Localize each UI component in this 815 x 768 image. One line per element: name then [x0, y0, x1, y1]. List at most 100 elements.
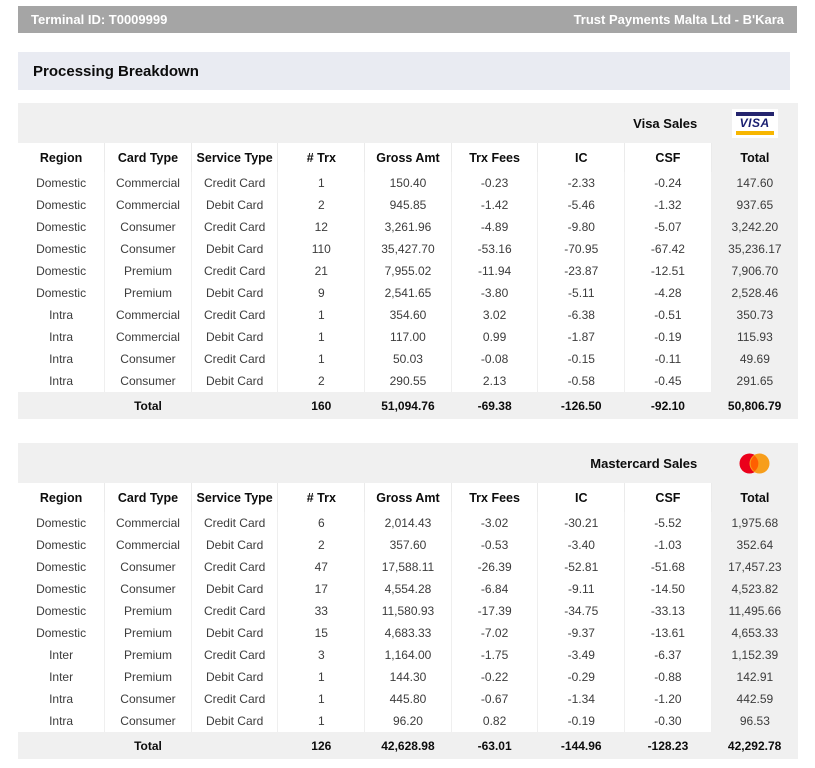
- table-cell: 1: [278, 172, 365, 194]
- table-cell: 11,495.66: [711, 600, 798, 622]
- table-cell: 115.93: [711, 326, 798, 348]
- table-cell: 2: [278, 194, 365, 216]
- total-gross: 51,094.76: [365, 392, 452, 419]
- table-cell: Consumer: [105, 348, 192, 370]
- table-title: Visa Sales: [18, 103, 711, 143]
- table-cell: 17,457.23: [711, 556, 798, 578]
- table-cell: 1,975.68: [711, 512, 798, 534]
- table-row: DomesticConsumerCredit Card4717,588.11-2…: [18, 556, 798, 578]
- table-row: DomesticConsumerDebit Card174,554.28-6.8…: [18, 578, 798, 600]
- table-cell: 49.69: [711, 348, 798, 370]
- table-cell: 47: [278, 556, 365, 578]
- table-cell: Premium: [105, 666, 192, 688]
- table-cell: Premium: [105, 644, 192, 666]
- table-title: Mastercard Sales: [18, 443, 711, 483]
- table-cell: Consumer: [105, 556, 192, 578]
- table-header-row: RegionCard TypeService Type# TrxGross Am…: [18, 143, 798, 172]
- total-csf: -128.23: [625, 732, 712, 759]
- column-header: Service Type: [191, 143, 278, 172]
- table-cell: 2,528.46: [711, 282, 798, 304]
- table-cell: 354.60: [365, 304, 452, 326]
- table-cell: Consumer: [105, 710, 192, 732]
- table-cell: -1.20: [625, 688, 712, 710]
- table-cell: 3,261.96: [365, 216, 452, 238]
- table-cell: 15: [278, 622, 365, 644]
- table-cell: -0.08: [451, 348, 538, 370]
- table-cell: 3: [278, 644, 365, 666]
- total-trx: 160: [278, 392, 365, 419]
- table-cell: 2,541.65: [365, 282, 452, 304]
- total-csf: -92.10: [625, 392, 712, 419]
- table-cell: 4,683.33: [365, 622, 452, 644]
- table-cell: 0.99: [451, 326, 538, 348]
- total-gross: 42,628.98: [365, 732, 452, 759]
- table-cell: -3.80: [451, 282, 538, 304]
- column-header: IC: [538, 143, 625, 172]
- logo-cell: VISA: [711, 103, 798, 143]
- table-cell: 7,955.02: [365, 260, 452, 282]
- table-cell: -11.94: [451, 260, 538, 282]
- table-cell: -0.88: [625, 666, 712, 688]
- visa-sales-table: Visa Sales VISA RegionCard TypeService T…: [18, 103, 798, 419]
- table-cell: -3.49: [538, 644, 625, 666]
- table-cell: -23.87: [538, 260, 625, 282]
- company-name: Trust Payments Malta Ltd - B'Kara: [574, 12, 784, 27]
- table-cell: Consumer: [105, 688, 192, 710]
- table-cell: 4,554.28: [365, 578, 452, 600]
- table-cell: 142.91: [711, 666, 798, 688]
- table-row: IntraCommercialDebit Card1117.000.99-1.8…: [18, 326, 798, 348]
- table-cell: 442.59: [711, 688, 798, 710]
- table-cell: Consumer: [105, 238, 192, 260]
- table-cell: -13.61: [625, 622, 712, 644]
- section-title-strip: Processing Breakdown: [18, 52, 790, 90]
- table-total-row: Total 160 51,094.76 -69.38 -126.50 -92.1…: [18, 392, 798, 419]
- column-header: # Trx: [278, 483, 365, 512]
- table-cell: Credit Card: [191, 304, 278, 326]
- table-cell: -0.53: [451, 534, 538, 556]
- table-cell: -0.58: [538, 370, 625, 392]
- table-cell: Premium: [105, 622, 192, 644]
- table-cell: 50.03: [365, 348, 452, 370]
- total-trx: 126: [278, 732, 365, 759]
- column-header: Service Type: [191, 483, 278, 512]
- table-cell: 0.82: [451, 710, 538, 732]
- table-cell: -52.81: [538, 556, 625, 578]
- mastercard-logo: [736, 452, 773, 475]
- table-cell: 1: [278, 666, 365, 688]
- table-cell: -1.32: [625, 194, 712, 216]
- table-row: DomesticConsumerCredit Card123,261.96-4.…: [18, 216, 798, 238]
- table-row: DomesticConsumerDebit Card11035,427.70-5…: [18, 238, 798, 260]
- column-header: Gross Amt: [365, 483, 452, 512]
- visa-logo-wordmark: VISA: [740, 117, 770, 129]
- table-cell: Domestic: [18, 194, 105, 216]
- table-cell: 4,523.82: [711, 578, 798, 600]
- table-cell: -3.02: [451, 512, 538, 534]
- table-cell: 945.85: [365, 194, 452, 216]
- table-cell: -70.95: [538, 238, 625, 260]
- table-cell: 21: [278, 260, 365, 282]
- table-cell: 1: [278, 304, 365, 326]
- table-brand-row: Visa Sales VISA: [18, 103, 798, 143]
- table-cell: 33: [278, 600, 365, 622]
- table-row: InterPremiumCredit Card31,164.00-1.75-3.…: [18, 644, 798, 666]
- terminal-id: Terminal ID: T0009999: [31, 12, 167, 27]
- table-cell: 35,236.17: [711, 238, 798, 260]
- table-cell: -0.30: [625, 710, 712, 732]
- table-cell: 96.20: [365, 710, 452, 732]
- table-cell: Domestic: [18, 512, 105, 534]
- table-cell: Intra: [18, 348, 105, 370]
- table-cell: 2,014.43: [365, 512, 452, 534]
- table-cell: -30.21: [538, 512, 625, 534]
- table-cell: 12: [278, 216, 365, 238]
- table-cell: -1.75: [451, 644, 538, 666]
- table-row: DomesticCommercialDebit Card2357.60-0.53…: [18, 534, 798, 556]
- table-cell: 290.55: [365, 370, 452, 392]
- table-cell: 1: [278, 326, 365, 348]
- table-cell: -34.75: [538, 600, 625, 622]
- table-row: DomesticPremiumCredit Card3311,580.93-17…: [18, 600, 798, 622]
- table-cell: Debit Card: [191, 282, 278, 304]
- table-cell: -53.16: [451, 238, 538, 260]
- table-cell: -1.34: [538, 688, 625, 710]
- table-cell: Consumer: [105, 216, 192, 238]
- table-cell: 1,164.00: [365, 644, 452, 666]
